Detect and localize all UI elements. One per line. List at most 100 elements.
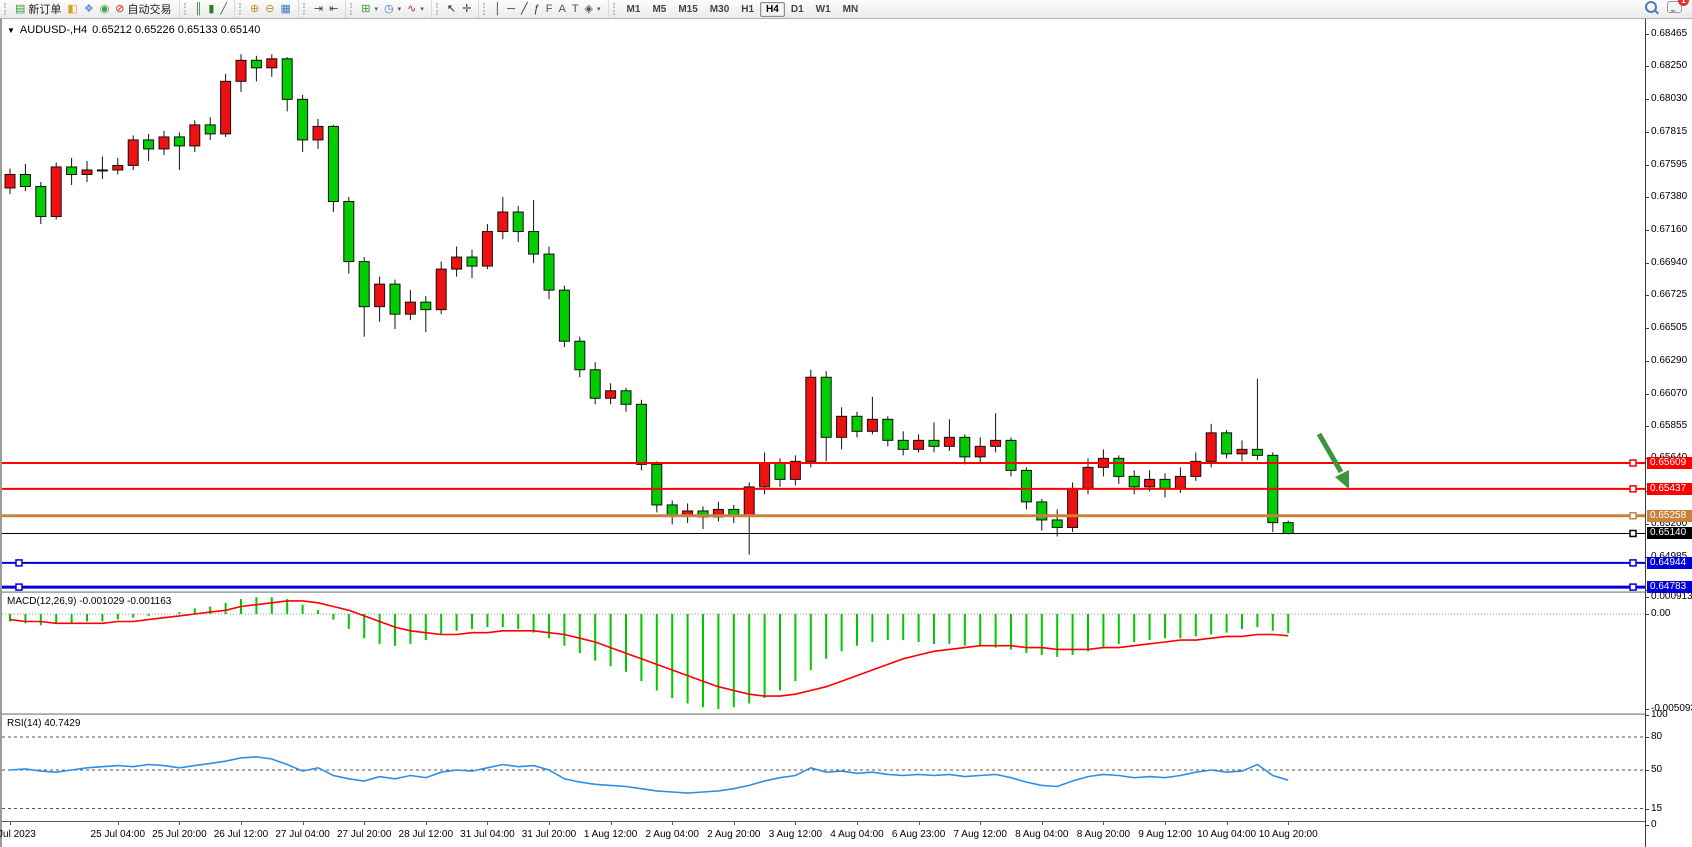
timeframe-m5[interactable]: M5 xyxy=(646,2,672,17)
search-button[interactable] xyxy=(1645,0,1657,18)
auto-trading-button[interactable]: ⊘自动交易 xyxy=(112,0,174,18)
price-axis[interactable]: 0.684650.682500.680300.678150.675950.673… xyxy=(1645,19,1692,847)
text-button[interactable]: A xyxy=(555,2,568,16)
line-handle[interactable] xyxy=(1630,460,1636,466)
dropdown-arrow-icon[interactable]: ▾ xyxy=(398,5,402,13)
indicators-button[interactable]: ∿▾ xyxy=(404,2,427,16)
search-icon xyxy=(1645,1,1657,13)
text-label-icon: T xyxy=(572,3,579,15)
toolbar-group: ↖✛ xyxy=(431,0,478,18)
macd-chart-canvas[interactable] xyxy=(2,593,1645,713)
rsi-axis-label: 100 xyxy=(1651,709,1668,720)
macd-label: MACD(12,26,9) -0.001029 -0.001163 xyxy=(7,596,171,607)
vertical-line-button[interactable]: │ xyxy=(491,2,504,16)
time-tick xyxy=(364,822,365,825)
axis-tick xyxy=(1646,328,1649,329)
line-handle[interactable] xyxy=(1630,560,1636,566)
timeframe-m1[interactable]: M1 xyxy=(621,2,647,17)
candlestick-chart-button[interactable]: ▮ xyxy=(205,2,217,16)
axis-tick xyxy=(1646,99,1649,100)
axis-tick xyxy=(1646,361,1649,362)
time-tick xyxy=(426,822,427,825)
line-handle[interactable] xyxy=(16,584,22,590)
bar-chart-icon: ║ xyxy=(195,3,203,15)
time-tick xyxy=(734,822,735,825)
price-chart-canvas[interactable] xyxy=(2,19,1645,591)
axis-tick-label: 0.66940 xyxy=(1651,257,1687,268)
line-handle[interactable] xyxy=(1630,530,1636,536)
time-tick xyxy=(1042,822,1043,825)
dropdown-arrow-icon[interactable]: ▾ xyxy=(597,5,601,13)
notifications-button[interactable]: 1 xyxy=(1667,0,1682,18)
time-tick xyxy=(1103,822,1104,825)
signals-button[interactable]: ◉ xyxy=(97,2,113,16)
paint-bucket-button[interactable]: ◧ xyxy=(64,2,80,16)
axis-tick-label: 0.68465 xyxy=(1651,28,1687,39)
time-tick xyxy=(118,822,119,825)
hline-price-label: 0.65258 xyxy=(1647,510,1692,522)
channels-button[interactable]: F xyxy=(543,2,556,16)
tile-windows-button[interactable]: ▦ xyxy=(277,2,293,16)
timeframe-d1[interactable]: D1 xyxy=(785,2,810,17)
annotation-arrow[interactable] xyxy=(1319,434,1349,489)
cursor-button[interactable]: ↖ xyxy=(444,2,459,16)
arrows-button[interactable]: ◈▾ xyxy=(582,2,604,16)
zoom-in-button[interactable]: ⊕ xyxy=(247,2,262,16)
horizontal-line-button[interactable]: ─ xyxy=(504,2,518,16)
time-label: 4 Aug 04:00 xyxy=(830,829,883,840)
toolbar-right: 1 xyxy=(1645,0,1692,18)
new-chart-button[interactable]: ⊞▾ xyxy=(358,2,381,16)
timeframe-mn[interactable]: MN xyxy=(837,2,865,17)
indicators-icon: ∿ xyxy=(407,3,416,15)
line-handle[interactable] xyxy=(16,560,22,566)
new-order-button[interactable]: ▤新订单 xyxy=(12,0,64,18)
chart-shift-button[interactable]: ⇤ xyxy=(326,2,341,16)
candles xyxy=(5,54,1293,554)
auto-trading-icon: ⊘ xyxy=(115,3,124,15)
axis-tick xyxy=(1646,737,1649,738)
cursor-icon: ↖ xyxy=(447,3,456,15)
axis-tick-label: 0.66290 xyxy=(1651,355,1687,366)
timeframe-w1[interactable]: W1 xyxy=(810,2,837,17)
rsi-chart-canvas[interactable] xyxy=(2,715,1645,821)
signals-icon: ◉ xyxy=(100,3,110,15)
clock-icon: ◷ xyxy=(384,3,394,15)
collapse-chart-icon[interactable]: ▼ xyxy=(7,26,15,35)
hline-price-label: 0.65437 xyxy=(1647,483,1692,495)
time-axis[interactable]: 24 Jul 202325 Jul 04:0025 Jul 20:0026 Ju… xyxy=(2,821,1645,847)
line-handle[interactable] xyxy=(1630,584,1636,590)
crosshair-icon: ✛ xyxy=(462,3,471,15)
trendline-icon: ╱ xyxy=(521,3,528,15)
zoom-out-button[interactable]: ⊖ xyxy=(262,2,277,16)
community-button[interactable]: ❖ xyxy=(81,2,97,16)
auto-scroll-button[interactable]: ⇥ xyxy=(311,2,326,16)
time-label: 6 Aug 23:00 xyxy=(892,829,945,840)
horizontal-line-icon: ─ xyxy=(507,3,515,15)
line-chart-button[interactable]: ╱ xyxy=(217,2,230,16)
axis-tick-label: 0.67380 xyxy=(1651,191,1687,202)
axis-tick-label: 0.65855 xyxy=(1651,420,1687,431)
time-label: 27 Jul 20:00 xyxy=(337,829,392,840)
time-tick xyxy=(487,822,488,825)
new-order-icon: ▤ xyxy=(15,3,25,15)
line-handle[interactable] xyxy=(1630,486,1636,492)
timeframe-h4[interactable]: H4 xyxy=(760,2,785,17)
rsi-axis-label: 50 xyxy=(1651,764,1662,775)
periods-button[interactable]: ◷▾ xyxy=(381,2,404,16)
axis-tick-label: 0.67595 xyxy=(1651,159,1687,170)
rsi-line xyxy=(10,757,1288,793)
fibonacci-button[interactable]: ƒ xyxy=(531,2,543,16)
timeframe-m15[interactable]: M15 xyxy=(672,2,703,17)
timeframe-m30[interactable]: M30 xyxy=(704,2,735,17)
time-tick xyxy=(672,822,673,825)
trendline-button[interactable]: ╱ xyxy=(518,2,531,16)
time-tick xyxy=(303,822,304,825)
bar-chart-button[interactable]: ║ xyxy=(192,2,206,16)
timeframe-h1[interactable]: H1 xyxy=(735,2,760,17)
dropdown-arrow-icon[interactable]: ▾ xyxy=(375,5,379,13)
time-tick xyxy=(611,822,612,825)
dropdown-arrow-icon[interactable]: ▾ xyxy=(420,5,424,13)
line-handle[interactable] xyxy=(1630,513,1636,519)
text-label-button[interactable]: T xyxy=(569,2,582,16)
crosshair-button[interactable]: ✛ xyxy=(459,2,474,16)
